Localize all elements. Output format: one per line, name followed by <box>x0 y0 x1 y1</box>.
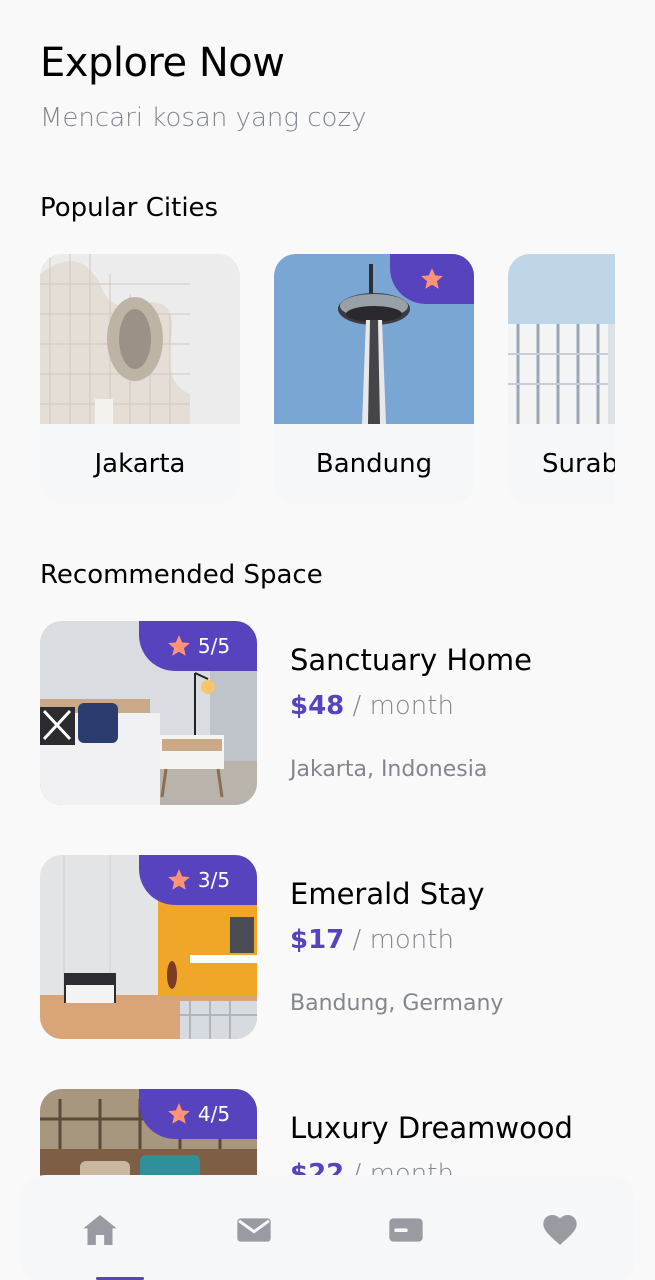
mail-icon <box>237 1218 271 1242</box>
star-icon <box>168 635 190 656</box>
rating-value: 4/5 <box>197 1102 231 1126</box>
heart-icon <box>543 1215 577 1245</box>
star-icon <box>168 869 190 890</box>
page-subtitle: Mencari kosan yang cozy <box>40 103 367 133</box>
nav-favorites-button[interactable] <box>538 1208 582 1252</box>
popular-cities-title: Popular Cities <box>40 193 219 223</box>
nav-home-button[interactable] <box>78 1208 122 1252</box>
city-card-jakarta[interactable]: Jakarta <box>40 254 240 504</box>
space-image: 5/5 <box>40 621 257 805</box>
space-price: $17 / month <box>290 925 454 955</box>
bottom-navigation <box>20 1175 635 1280</box>
space-name: Luxury Dreamwood <box>290 1111 573 1145</box>
space-name: Sanctuary Home <box>290 643 532 677</box>
space-price: $48 / month <box>290 691 454 721</box>
rating-value: 5/5 <box>197 634 231 658</box>
city-image-surabaya <box>508 254 615 424</box>
city-image-bandung <box>274 254 474 424</box>
page-title: Explore Now <box>40 40 285 86</box>
rating-badge: 5/5 <box>139 621 257 671</box>
rating-badge: 4/5 <box>139 1089 257 1139</box>
space-location: Jakarta, Indonesia <box>290 757 488 782</box>
card-icon <box>389 1218 423 1242</box>
recommended-item-sanctuary-home[interactable]: 5/5 Sanctuary Home $48 / month Jakarta, … <box>40 621 615 805</box>
rating-badge: 3/5 <box>139 855 257 905</box>
star-icon <box>168 1103 190 1124</box>
star-icon <box>421 268 443 289</box>
explore-page: Explore Now Mencari kosan yang cozy Popu… <box>0 0 655 1280</box>
price-amount: $48 <box>290 691 345 721</box>
nav-payments-button[interactable] <box>384 1208 428 1252</box>
recommended-title: Recommended Space <box>40 560 323 590</box>
city-card-bandung[interactable]: Bandung <box>274 254 474 504</box>
recommended-item-emerald-stay[interactable]: 3/5 Emerald Stay $17 / month Bandung, Ge… <box>40 855 615 1039</box>
nav-messages-button[interactable] <box>232 1208 276 1252</box>
price-unit: / month <box>344 691 454 721</box>
space-location: Bandung, Germany <box>290 991 504 1016</box>
home-icon <box>83 1215 117 1245</box>
city-image-jakarta <box>40 254 240 424</box>
popular-cities-carousel[interactable]: Jakarta Bandung Surab <box>40 254 615 504</box>
price-unit: / month <box>344 925 454 955</box>
space-name: Emerald Stay <box>290 877 485 911</box>
city-name-surabaya: Surab <box>542 449 615 479</box>
city-name-bandung: Bandung <box>315 449 433 479</box>
city-card-surabaya[interactable]: Surab <box>508 254 615 504</box>
city-name-jakarta: Jakarta <box>94 449 186 479</box>
price-amount: $17 <box>290 925 345 955</box>
space-image: 3/5 <box>40 855 257 1039</box>
rating-value: 3/5 <box>197 868 231 892</box>
